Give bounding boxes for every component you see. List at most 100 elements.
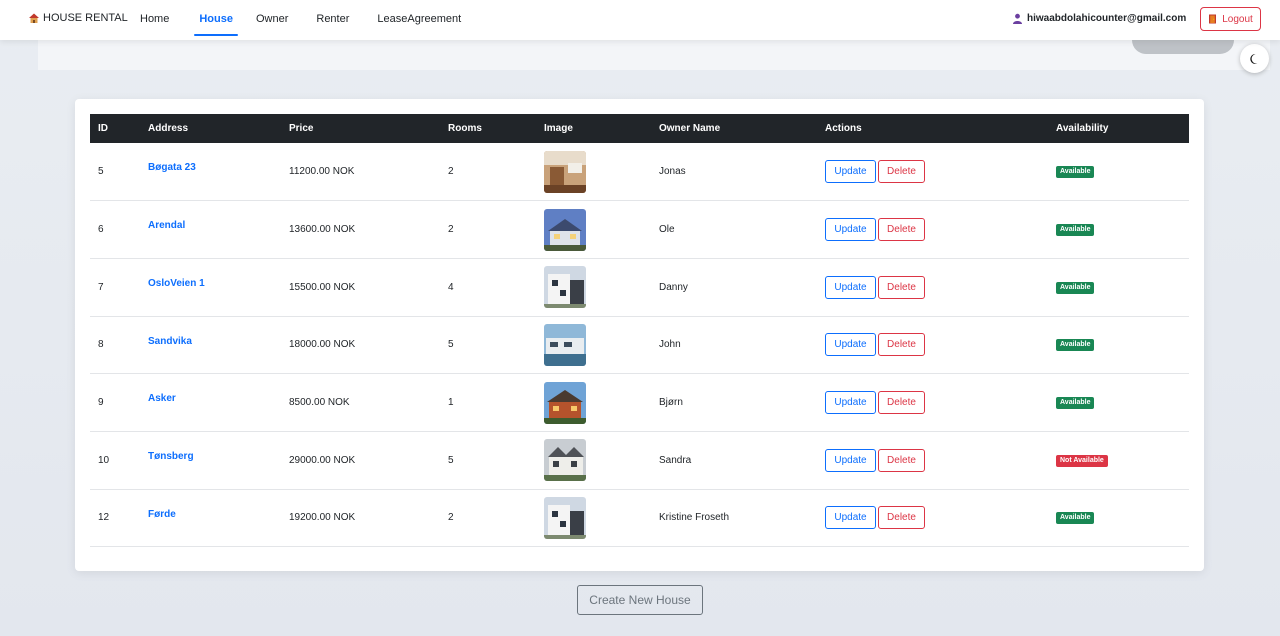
status-badge: Available: [1056, 397, 1095, 410]
cell-price: 18000.00 NOK: [289, 339, 356, 351]
nav-link-leaseagreement[interactable]: LeaseAgreement: [377, 0, 461, 40]
nav-links: Home House Owner Renter LeaseAgreement: [140, 0, 461, 40]
house-thumbnail: [544, 323, 586, 366]
cell-availability: Available: [1048, 316, 1189, 374]
cell-owner: Jonas: [659, 166, 686, 178]
status-badge: Available: [1056, 224, 1095, 237]
table-row: 5 Bøgata 23 11200.00 NOK 2 Jonas Update D…: [90, 143, 1189, 201]
house-thumbnail: [544, 266, 586, 309]
brand[interactable]: HOUSE RENTAL: [28, 12, 128, 24]
cell-rooms: 2: [448, 224, 454, 236]
address-link[interactable]: Tønsberg: [140, 431, 281, 489]
update-button[interactable]: Update: [825, 275, 876, 299]
cell-availability: Not Available: [1048, 431, 1189, 489]
door-icon: [1209, 14, 1217, 24]
update-button[interactable]: Update: [825, 391, 876, 415]
delete-button[interactable]: Delete: [878, 160, 925, 184]
cell-image: [536, 258, 651, 316]
address-link[interactable]: OsloVeien 1: [140, 258, 281, 316]
header-image: Image: [544, 123, 573, 134]
cell-owner: John: [659, 339, 681, 351]
table-row: 9 Asker 8500.00 NOK 1 Bjørn Update Delet…: [90, 374, 1189, 432]
update-button[interactable]: Update: [825, 218, 876, 242]
cell-availability: Available: [1048, 489, 1189, 547]
nav-link-home[interactable]: Home: [140, 0, 169, 40]
cell-actions: Update Delete: [817, 489, 1048, 547]
status-badge: Not Available: [1056, 454, 1108, 467]
delete-button[interactable]: Delete: [878, 333, 925, 357]
cell-id: 8: [98, 339, 104, 351]
cell-availability: Available: [1048, 201, 1189, 259]
header-availability: Availability: [1056, 123, 1109, 134]
theme-toggle-button[interactable]: [1240, 44, 1269, 73]
logout-button[interactable]: Logout: [1200, 7, 1261, 31]
nav-link-renter[interactable]: Renter: [316, 0, 349, 40]
delete-button[interactable]: Delete: [878, 506, 925, 530]
cell-rooms: 5: [448, 454, 454, 466]
address-link[interactable]: Bøgata 23: [140, 143, 281, 201]
address-link[interactable]: Førde: [140, 489, 281, 547]
cell-id: 5: [98, 166, 104, 178]
update-button[interactable]: Update: [825, 448, 876, 472]
header-price: Price: [289, 123, 314, 134]
cell-owner: Danny: [659, 281, 688, 293]
table-row: 8 Sandvika 18000.00 NOK 5 John Update Del…: [90, 316, 1189, 374]
cell-id: 6: [98, 224, 104, 236]
cell-image: [536, 201, 651, 259]
user-icon: [1013, 13, 1022, 24]
status-badge: Available: [1056, 166, 1095, 179]
cell-owner: Sandra: [659, 454, 692, 466]
table-row: 12 Førde 19200.00 NOK 2 Kristine Froseth: [90, 489, 1189, 547]
cell-owner: Bjørn: [659, 397, 683, 409]
table-header-row: ID Address Price Rooms Image Owner Name …: [90, 114, 1189, 143]
cell-price: 13600.00 NOK: [289, 224, 356, 236]
house-thumbnail: [544, 150, 586, 193]
cell-actions: Update Delete: [817, 374, 1048, 432]
update-button[interactable]: Update: [825, 333, 876, 357]
cell-rooms: 4: [448, 281, 454, 293]
header-id: ID: [98, 123, 108, 134]
address-link[interactable]: Asker: [140, 374, 281, 432]
header-actions: Actions: [825, 123, 862, 134]
cell-availability: Available: [1048, 374, 1189, 432]
cell-price: 29000.00 NOK: [289, 454, 356, 466]
delete-button[interactable]: Delete: [878, 391, 925, 415]
cell-rooms: 5: [448, 339, 454, 351]
cell-price: 15500.00 NOK: [289, 281, 356, 293]
table-row: 6 Arendal 13600.00 NOK 2 Ole Update Dele…: [90, 201, 1189, 259]
address-link[interactable]: Sandvika: [140, 316, 281, 374]
delete-button[interactable]: Delete: [878, 448, 925, 472]
nav-link-owner[interactable]: Owner: [256, 0, 288, 40]
cell-actions: Update Delete: [817, 431, 1048, 489]
cell-rooms: 2: [448, 166, 454, 178]
page-header-strip: [38, 40, 1270, 70]
status-badge: Available: [1056, 339, 1095, 352]
house-thumbnail: [544, 439, 586, 482]
cell-availability: Available: [1048, 143, 1189, 201]
cell-id: 10: [98, 454, 110, 466]
cell-price: 19200.00 NOK: [289, 512, 356, 524]
cell-image: [536, 143, 651, 201]
create-new-house-button[interactable]: Create New House: [577, 585, 703, 615]
house-thumbnail: [544, 381, 586, 424]
cell-rooms: 2: [448, 512, 454, 524]
brand-label: HOUSE RENTAL: [43, 12, 128, 24]
cell-owner: Ole: [659, 224, 675, 236]
update-button[interactable]: Update: [825, 506, 876, 530]
table-row: 10 Tønsberg 29000.00 NOK 5 Sandra Update…: [90, 431, 1189, 490]
nav-link-house[interactable]: House: [194, 0, 238, 40]
delete-button[interactable]: Delete: [878, 218, 925, 242]
header-address: Address: [148, 123, 189, 134]
address-link[interactable]: Arendal: [140, 201, 281, 259]
user-email: hiwaabdolahicounter@gmail.com: [1027, 13, 1187, 24]
cell-availability: Available: [1048, 258, 1189, 316]
header-owner-name: Owner Name: [659, 123, 721, 134]
cell-actions: Update Delete: [817, 143, 1048, 201]
cell-price: 11200.00 NOK: [289, 166, 355, 178]
update-button[interactable]: Update: [825, 160, 876, 184]
delete-button[interactable]: Delete: [878, 275, 925, 299]
cell-image: [536, 316, 651, 374]
house-thumbnail: [544, 496, 586, 539]
status-badge: Available: [1056, 281, 1095, 294]
cell-actions: Update Delete: [817, 258, 1048, 316]
